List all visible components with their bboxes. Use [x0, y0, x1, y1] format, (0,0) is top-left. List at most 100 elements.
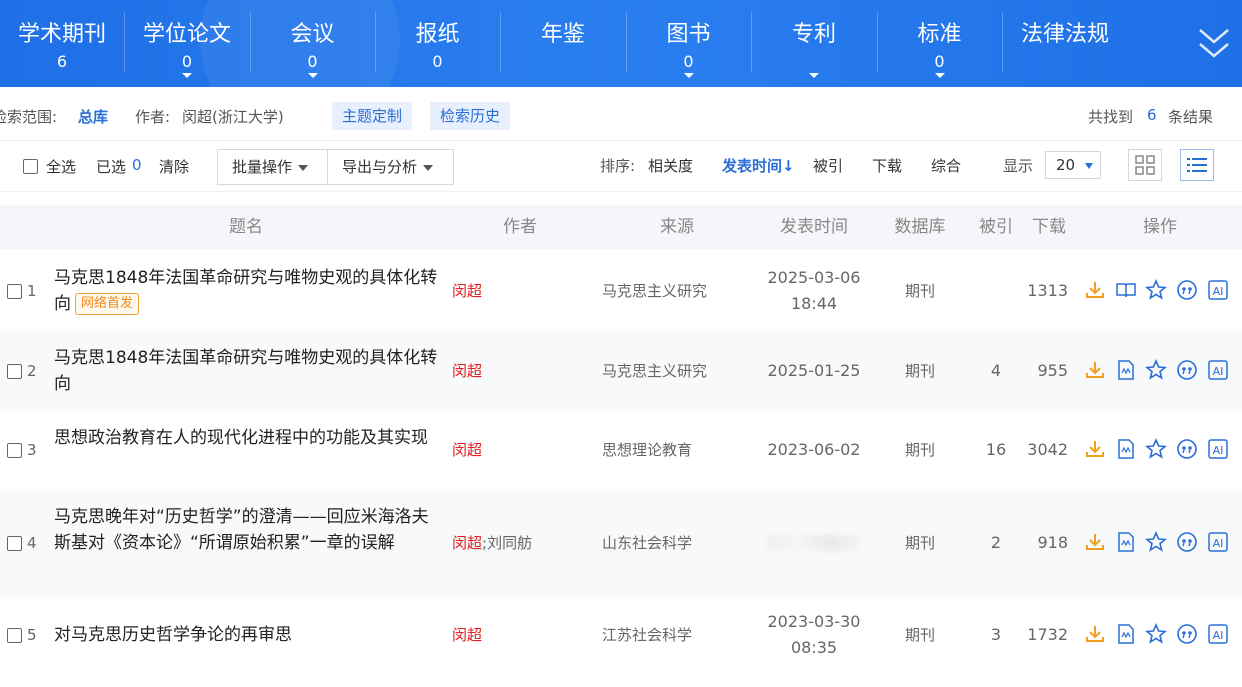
grid-view-icon	[1135, 155, 1155, 175]
tab-patents[interactable]: 专利	[751, 0, 877, 87]
select-all-checkbox[interactable]	[23, 159, 38, 174]
selected-label: 已选	[96, 158, 127, 176]
date-text: 2023-06-02	[767, 440, 861, 459]
sort-relevance[interactable]: 相关度	[648, 156, 693, 176]
ai-icon[interactable]: AI	[1207, 359, 1229, 381]
favorite-star-icon[interactable]	[1144, 278, 1168, 301]
sort-download[interactable]: 下载	[872, 156, 902, 176]
source-link[interactable]: 思想理论教育	[602, 440, 762, 460]
tab-dissertations[interactable]: 学位论文 0	[124, 0, 250, 87]
double-chevron-down-icon[interactable]	[1196, 24, 1232, 64]
download-count: 918	[1037, 533, 1068, 552]
batch-operation-dropdown[interactable]: 批量操作	[217, 149, 328, 185]
cited-count[interactable]: 3	[978, 625, 1014, 645]
author-link[interactable]: 闵超	[452, 534, 482, 552]
source-link[interactable]: 江苏社会科学	[602, 625, 762, 645]
quote-icon[interactable]	[1176, 359, 1198, 381]
table-row: 4 马克思晚年对“历史哲学”的澄清——回应米海洛夫斯基对《资本论》“所谓原始积累…	[0, 489, 1242, 597]
result-title-link[interactable]: 对马克思历史哲学争论的再审思	[54, 622, 444, 648]
favorite-star-icon[interactable]	[1144, 530, 1168, 553]
download-icon[interactable]	[1084, 531, 1106, 553]
col-date: 发表时间	[780, 217, 848, 237]
publish-date: 2025-03-06 18:44	[764, 265, 864, 317]
html-read-icon[interactable]	[1115, 359, 1137, 381]
author-cell: 闵超	[452, 625, 582, 645]
ai-icon[interactable]: AI	[1207, 623, 1229, 645]
source-link[interactable]: 山东社会科学	[602, 533, 762, 553]
export-analysis-dropdown[interactable]: 导出与分析	[327, 149, 454, 185]
row-checkbox[interactable]	[7, 284, 22, 299]
quote-icon[interactable]	[1176, 531, 1198, 553]
page-size-select[interactable]: 20	[1045, 151, 1101, 179]
tab-books[interactable]: 图书 0	[626, 0, 751, 87]
favorite-star-icon[interactable]	[1144, 622, 1168, 645]
select-all-label[interactable]: 全选	[46, 156, 76, 177]
download-icon[interactable]	[1084, 359, 1106, 381]
author-link[interactable]: 闵超	[452, 282, 482, 300]
download-icon[interactable]	[1084, 438, 1106, 460]
favorite-star-icon[interactable]	[1144, 437, 1168, 460]
grid-view-button[interactable]	[1128, 149, 1162, 181]
scope-label: 检索范围:	[0, 108, 58, 126]
result-title-link[interactable]: 马克思1848年法国革命研究与唯物史观的具体化转向	[54, 345, 444, 397]
row-checkbox[interactable]	[7, 443, 22, 458]
cited-count[interactable]: 4	[978, 361, 1014, 381]
download-icon[interactable]	[1084, 279, 1106, 301]
author-filter-value: 闵超(浙江大学)	[182, 108, 284, 126]
scope-value-link[interactable]: 总库	[78, 106, 108, 127]
tab-laws[interactable]: 法律法规	[1002, 0, 1128, 87]
database-type: 期刊	[904, 362, 935, 380]
download-count: 1313	[1027, 281, 1068, 300]
sort-cited[interactable]: 被引	[813, 156, 843, 176]
html-read-icon[interactable]	[1115, 531, 1137, 553]
tab-yearbooks[interactable]: 年鉴	[500, 0, 626, 87]
source-link[interactable]: 马克思主义研究	[602, 281, 762, 301]
ai-icon[interactable]: AI	[1207, 531, 1229, 553]
html-read-icon[interactable]	[1115, 438, 1137, 460]
ai-icon[interactable]: AI	[1207, 438, 1229, 460]
row-number: 4	[27, 534, 37, 552]
clear-selection-link[interactable]: 清除	[159, 156, 189, 177]
html-read-icon[interactable]	[1115, 623, 1137, 645]
row-checkbox[interactable]	[7, 536, 22, 551]
database-type: 期刊	[904, 534, 935, 552]
ai-label: AI	[1213, 285, 1224, 298]
search-history-button[interactable]: 检索历史	[430, 102, 511, 130]
publish-date: 2025-01-25	[764, 358, 864, 384]
tab-conferences[interactable]: 会议 0	[250, 0, 375, 87]
cited-count[interactable]: 16	[978, 440, 1014, 460]
tab-standards[interactable]: 标准 0	[877, 0, 1002, 87]
ai-icon[interactable]: AI	[1207, 279, 1229, 301]
coauthor-link[interactable]: ;刘同舫	[482, 534, 532, 552]
sort-label: 排序:	[600, 157, 636, 175]
quote-icon[interactable]	[1176, 279, 1198, 301]
source-link[interactable]: 马克思主义研究	[602, 361, 762, 381]
author-link[interactable]: 闵超	[452, 441, 482, 459]
result-title-link[interactable]: 马克思1848年法国革命研究与唯物史观的具体化转向 网络首发	[54, 265, 444, 317]
batch-label: 批量操作	[232, 158, 293, 176]
topic-custom-button[interactable]: 主题定制	[332, 102, 413, 130]
col-author: 作者	[503, 217, 537, 237]
tab-journals[interactable]: 学术期刊 6	[0, 0, 124, 87]
result-prefix: 共找到	[1088, 108, 1134, 126]
cited-count[interactable]: 2	[978, 533, 1014, 553]
result-title-link[interactable]: 思想政治教育在人的现代化进程中的功能及其实现	[54, 425, 444, 451]
favorite-star-icon[interactable]	[1144, 358, 1168, 381]
date-text: 2023-03-30	[767, 612, 861, 631]
author-link[interactable]: 闵超	[452, 626, 482, 644]
tab-count: 0	[432, 52, 443, 71]
quote-icon[interactable]	[1176, 438, 1198, 460]
list-view-button[interactable]	[1180, 149, 1214, 181]
result-title-link[interactable]: 马克思晚年对“历史哲学”的澄清——回应米海洛夫斯基对《资本论》“所谓原始积累”一…	[54, 504, 434, 556]
sort-publish-time[interactable]: 发表时间↓	[722, 156, 795, 176]
sort-composite[interactable]: 综合	[931, 156, 961, 176]
row-checkbox[interactable]	[7, 628, 22, 643]
author-link[interactable]: 闵超	[452, 362, 482, 380]
time-text: 18:44	[790, 294, 838, 313]
database-tabs-bar: 学术期刊 6 学位论文 0 会议 0 报纸 0 年鉴 图书 0 专利 标准 0	[0, 0, 1242, 87]
book-read-icon[interactable]	[1115, 279, 1137, 301]
quote-icon[interactable]	[1176, 623, 1198, 645]
download-icon[interactable]	[1084, 623, 1106, 645]
row-checkbox[interactable]	[7, 364, 22, 379]
tab-newspapers[interactable]: 报纸 0	[375, 0, 500, 87]
